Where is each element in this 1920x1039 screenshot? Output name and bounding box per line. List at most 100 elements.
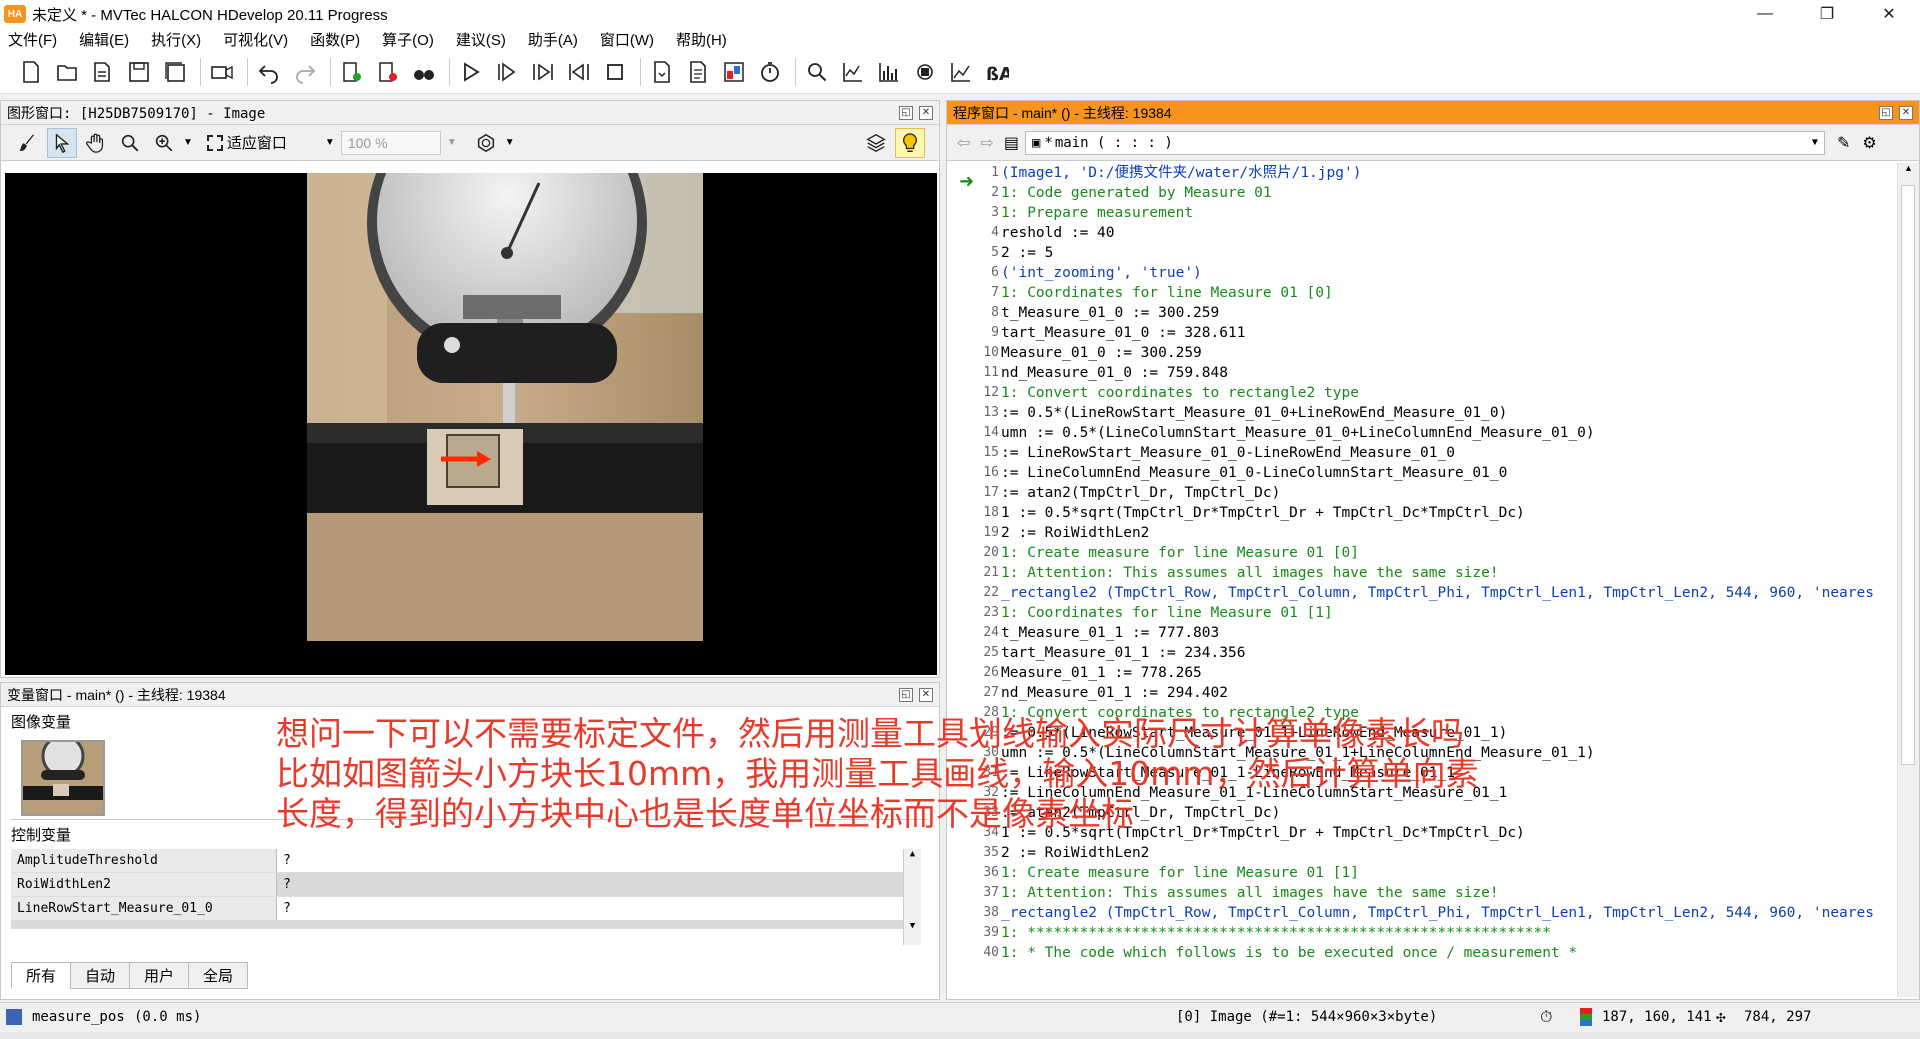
menu-window[interactable]: 窗口(W) <box>600 29 654 50</box>
image-variable-thumbnail[interactable] <box>21 740 105 816</box>
variables-scrollbar[interactable]: ▲ ▼ <box>903 849 921 945</box>
menu-operators[interactable]: 算子(O) <box>382 29 434 50</box>
menu-edit[interactable]: 编辑(E) <box>79 29 129 50</box>
graphics-window-icon[interactable] <box>721 59 747 85</box>
new-file-icon[interactable] <box>18 59 44 85</box>
shape-tools-icon[interactable] <box>471 128 501 158</box>
code-line[interactable]: 23 1: Coordinates for line Measure 01 [1] <box>947 603 1897 623</box>
code-line[interactable]: 4 reshold := 40 <box>947 223 1897 243</box>
menu-functions[interactable]: 函数(P) <box>310 29 360 50</box>
font-size-icon[interactable]: ßA <box>984 59 1010 85</box>
code-line[interactable]: 34 1 := 0.5*sqrt(TmpCtrl_Dr*TmpCtrl_Dr + … <box>947 823 1897 843</box>
menu-file[interactable]: 文件(F) <box>8 29 57 50</box>
delete-line-icon[interactable] <box>375 59 401 85</box>
open-program-icon[interactable] <box>90 59 116 85</box>
code-line[interactable]: 6 ('int_zooming', 'true') <box>947 263 1897 283</box>
code-line[interactable]: 30 umn := 0.5*(LineColumnStart_Measure_01… <box>947 743 1897 763</box>
code-line[interactable]: 9 tart_Measure_01_0 := 328.611 <box>947 323 1897 343</box>
code-line[interactable]: 14 umn := 0.5*(LineColumnStart_Measure_01… <box>947 423 1897 443</box>
menu-assistants[interactable]: 助手(A) <box>528 29 578 50</box>
code-line[interactable]: 2 1: Code generated by Measure 01 <box>947 183 1897 203</box>
scroll-down-icon[interactable]: ▼ <box>904 921 921 931</box>
step-over-icon[interactable] <box>494 59 520 85</box>
code-line[interactable]: 18 1 := 0.5*sqrt(TmpCtrl_Dr*TmpCtrl_Dr + … <box>947 503 1897 523</box>
step-forward-icon[interactable] <box>530 59 556 85</box>
code-line[interactable]: 15:= LineRowStart_Measure_01_0-LineRowEn… <box>947 443 1897 463</box>
restore-button[interactable]: ❐ <box>1796 0 1858 28</box>
code-line[interactable]: 25 tart_Measure_01_1 := 234.356 <box>947 643 1897 663</box>
code-line[interactable]: 31:= LineRowStart_Measure_01_1-LineRowEn… <box>947 763 1897 783</box>
procedure-list-icon[interactable]: ▤ <box>1004 133 1019 153</box>
redo-icon[interactable] <box>292 59 318 85</box>
save-icon[interactable] <box>126 59 152 85</box>
menu-visualize[interactable]: 可视化(V) <box>223 29 288 50</box>
back-arrow-icon[interactable]: ⇦ <box>957 133 970 153</box>
clear-window-brush-icon[interactable] <box>13 128 43 158</box>
lightbulb-icon[interactable] <box>895 127 925 158</box>
reset-program-icon[interactable] <box>649 59 675 85</box>
code-line[interactable]: 28 1: Convert coordinates to rectangle2 t… <box>947 703 1897 723</box>
code-line[interactable]: 36 1: Create measure for line Measure 01 … <box>947 863 1897 883</box>
camera-icon[interactable] <box>209 59 235 85</box>
tab-auto[interactable]: 自动 <box>70 962 131 989</box>
code-line[interactable]: 3 1: Prepare measurement <box>947 203 1897 223</box>
stop-icon[interactable] <box>602 59 628 85</box>
open-file-icon[interactable] <box>54 59 80 85</box>
procedure-settings-icon[interactable]: ⚙ <box>1862 133 1876 153</box>
code-line[interactable]: 39 1: ***********************************… <box>947 923 1897 943</box>
code-line[interactable]: 17 := atan2(TmpCtrl_Dr, TmpCtrl_Dc) <box>947 483 1897 503</box>
profiler-stopwatch-icon[interactable] <box>757 59 783 85</box>
code-line[interactable]: 29 := 0.5*(LineRowStart_Measure_01_1+Lin… <box>947 723 1897 743</box>
code-line[interactable]: 35 2 := RoiWidthLen2 <box>947 843 1897 863</box>
code-line[interactable]: 26 Measure_01_1 := 778.265 <box>947 663 1897 683</box>
fit-dropdown-arrow-icon[interactable]: ▼ <box>325 137 335 148</box>
menu-execute[interactable]: 执行(X) <box>151 29 201 50</box>
procedure-selector[interactable]: ▣ * main ( : : : ) ▼ <box>1024 130 1825 155</box>
menu-help[interactable]: 帮助(H) <box>676 29 727 50</box>
float-window-icon[interactable]: ◱ <box>899 105 913 120</box>
code-line[interactable]: 22 _rectangle2 (TmpCtrl_Row, TmpCtrl_Colu… <box>947 583 1897 603</box>
code-line[interactable]: 32:= LineColumnEnd_Measure_01_1-LineColu… <box>947 783 1897 803</box>
scroll-up-icon[interactable]: ▲ <box>1898 163 1919 173</box>
ocr-chart-icon[interactable] <box>948 59 974 85</box>
step-back-icon[interactable] <box>566 59 592 85</box>
float-window-icon[interactable]: ◱ <box>899 687 913 702</box>
code-line[interactable]: 24 t_Measure_01_1 := 777.803 <box>947 623 1897 643</box>
code-line[interactable]: 40 1: * The code which follows is to be e… <box>947 943 1897 963</box>
zoom-in-icon[interactable] <box>149 128 179 158</box>
tab-all[interactable]: 所有 <box>11 962 72 989</box>
scroll-thumb[interactable] <box>1901 185 1915 765</box>
code-line[interactable]: 52 := 5 <box>947 243 1897 263</box>
code-line[interactable]: 38 _rectangle2 (TmpCtrl_Row, TmpCtrl_Colu… <box>947 903 1897 923</box>
close-panel-icon[interactable]: ✕ <box>919 687 933 702</box>
feature-inspection-icon[interactable] <box>912 59 938 85</box>
procedure-dropdown-icon[interactable]: ▼ <box>1812 137 1818 148</box>
minimize-button[interactable]: — <box>1734 0 1796 28</box>
code-editor[interactable]: 1 (Image1, 'D:/便携文件夹/water/水照片/1.jpg') 2 1:… <box>947 163 1897 997</box>
histogram-icon[interactable] <box>876 59 902 85</box>
zoom-dropdown-arrow-icon[interactable]: ▼ <box>183 137 193 148</box>
line-profile-icon[interactable] <box>840 59 866 85</box>
run-icon[interactable] <box>458 59 484 85</box>
tab-global[interactable]: 全局 <box>188 962 249 989</box>
table-row[interactable]: RoiWidthLen2 ? <box>11 873 921 897</box>
pointer-icon[interactable] <box>47 127 77 158</box>
code-line[interactable]: 8 t_Measure_01_0 := 300.259 <box>947 303 1897 323</box>
code-line[interactable]: 37 1: Attention: This assumes all images … <box>947 883 1897 903</box>
close-panel-icon[interactable]: ✕ <box>1899 105 1913 120</box>
image-canvas[interactable] <box>5 173 937 675</box>
code-line[interactable]: 11 nd_Measure_01_0 := 759.848 <box>947 363 1897 383</box>
code-line[interactable]: 33 := atan2(TmpCtrl_Dr, TmpCtrl_Dc) <box>947 803 1897 823</box>
tab-user[interactable]: 用户 <box>129 962 190 989</box>
code-line[interactable]: 16:= LineColumnEnd_Measure_01_0-LineColu… <box>947 463 1897 483</box>
find-binoculars-icon[interactable] <box>411 59 437 85</box>
close-panel-icon[interactable]: ✕ <box>919 105 933 120</box>
menu-suggestions[interactable]: 建议(S) <box>456 29 506 50</box>
float-window-icon[interactable]: ◱ <box>1879 105 1893 120</box>
edit-procedure-icon[interactable]: ✎ <box>1837 133 1850 153</box>
pan-hand-icon[interactable] <box>81 128 111 158</box>
scroll-up-icon[interactable]: ▲ <box>904 849 921 859</box>
forward-arrow-icon[interactable]: ⇨ <box>980 133 993 153</box>
table-row[interactable]: LineRowStart_Measure_01_0 ? <box>11 897 921 921</box>
zoom-level-arrow-icon[interactable]: ▼ <box>447 137 457 148</box>
